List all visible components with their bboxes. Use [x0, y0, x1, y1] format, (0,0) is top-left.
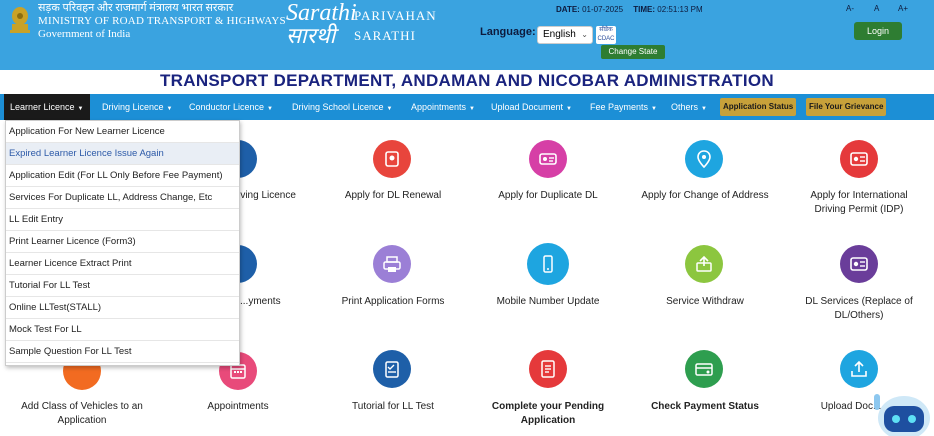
nav-label: Fee Payments [590, 102, 649, 112]
upload-icon [840, 350, 878, 388]
service-label: Appointments [207, 401, 269, 412]
payment-card-icon [685, 350, 723, 388]
caret-down-icon: ▼ [651, 106, 657, 112]
dropdown-item[interactable]: Sample Question For LL Test [6, 341, 239, 363]
nav-driving-school-licence[interactable]: Driving School Licence ▼ [292, 94, 393, 120]
government-name: Government of India [38, 28, 131, 40]
cdac-logo: सीडैक CDAC [596, 26, 616, 44]
time-label: TIME: [633, 5, 656, 14]
location-pin-icon [685, 140, 723, 178]
brand-name: PARIVAHAN SARATHI [354, 6, 437, 46]
dropdown-item[interactable]: Mock Test For LL [6, 319, 239, 341]
service-label: Tutorial for LL Test [352, 401, 434, 412]
caret-down-icon: ▼ [701, 106, 707, 112]
service-label: Print Application Forms [341, 296, 445, 307]
service-label: Service Withdraw [666, 296, 744, 307]
nav-label: Upload Document [491, 102, 564, 112]
service-label: Add Class of Vehicles to an Application [21, 401, 143, 426]
pending-application-icon [529, 350, 567, 388]
id-card-icon [840, 245, 878, 283]
date-time: DATE: 01-07-2025 TIME: 02:51:13 PM [556, 5, 711, 14]
nav-label: Appointments [411, 102, 467, 112]
dropdown-item[interactable]: Tutorial For LL Test [6, 275, 239, 297]
caret-down-icon: ▼ [386, 106, 393, 112]
service-label: Apply for DL Renewal [344, 190, 442, 201]
date-label: DATE: [556, 5, 580, 14]
caret-down-icon: ▼ [267, 106, 273, 112]
duplicate-dl-icon [529, 140, 567, 178]
time-value: 02:51:13 PM [657, 5, 703, 14]
dropdown-item[interactable]: Application For New Learner Licence [6, 121, 239, 143]
change-state-button[interactable]: Change State [601, 45, 665, 59]
mobile-phone-icon [527, 243, 569, 285]
dropdown-item[interactable]: Application Edit (For LL Only Before Fee… [6, 165, 239, 187]
caret-down-icon: ▼ [566, 106, 572, 112]
login-button[interactable]: Login [854, 22, 902, 40]
nav-upload-document[interactable]: Upload Document ▼ [491, 94, 572, 120]
service-label: Apply for International Driving Permit (… [810, 190, 908, 215]
chatbot-robot-icon[interactable] [868, 384, 934, 436]
font-increase-button[interactable]: A+ [898, 4, 908, 13]
logo-bottom-text: सारथी [286, 23, 336, 48]
application-status-button[interactable]: Application Status [720, 98, 797, 116]
language-label: Language: [480, 26, 536, 38]
nav-fee-payments[interactable]: Fee Payments ▼ [590, 94, 657, 120]
language-value: English [543, 29, 576, 40]
national-emblem-icon [10, 7, 30, 33]
nav-others[interactable]: Others ▼ [671, 94, 707, 120]
dropdown-item[interactable]: Learner Licence Extract Print [6, 253, 239, 275]
international-permit-icon [840, 140, 878, 178]
service-label: DL Services (Replace of DL/Others) [805, 296, 913, 321]
sarathi-logo[interactable]: Sarathi सारथी [286, 0, 357, 48]
dl-renewal-icon [373, 140, 411, 178]
service-label: Check Payment Status [651, 401, 759, 412]
dropdown-item[interactable]: Services For Duplicate LL, Address Chang… [6, 187, 239, 209]
nav-label: Learner Licence [10, 102, 75, 112]
chevron-down-icon: ⌄ [581, 30, 588, 39]
file-grievance-button[interactable]: File Your Grievance [806, 98, 887, 116]
dropdown-item[interactable]: Print Learner Licence (Form3) [6, 231, 239, 253]
ministry-hindi: सड़क परिवहन और राजमार्ग मंत्रालय भारत सर… [38, 2, 234, 14]
font-decrease-button[interactable]: A- [846, 4, 854, 13]
printer-icon [373, 245, 411, 283]
service-label: Apply for Duplicate DL [498, 190, 598, 201]
nav-label: Others [671, 102, 699, 112]
dropdown-item[interactable]: Expired Learner Licence Issue Again [6, 143, 239, 165]
caret-down-icon: ▼ [166, 106, 173, 112]
nav-driving-licence[interactable]: Driving Licence ▼ [102, 94, 172, 120]
service-label: ...ving Licence [232, 190, 296, 201]
withdraw-icon [685, 245, 723, 283]
date-value: 01-07-2025 [582, 5, 624, 14]
ministry-block: सड़क परिवहन और राजमार्ग मंत्रालय भारत सर… [38, 2, 286, 41]
language-select[interactable]: English ⌄ [537, 26, 593, 44]
nav-conductor-licence[interactable]: Conductor Licence ▼ [189, 94, 273, 120]
nav-label: Conductor Licence [189, 102, 265, 112]
nav-label: Driving Licence [102, 102, 164, 112]
department-title: TRANSPORT DEPARTMENT, ANDAMAN AND NICOBA… [160, 71, 774, 90]
learner-licence-dropdown: Application For New Learner Licence Expi… [5, 120, 240, 366]
ministry-name: MINISTRY OF ROAD TRANSPORT & HIGHWAYS [38, 15, 286, 27]
brand-line-1: PARIVAHAN [354, 8, 437, 23]
nav-appointments[interactable]: Appointments ▼ [411, 94, 475, 120]
nav-label: Driving School Licence [292, 102, 384, 112]
caret-down-icon: ▼ [77, 106, 84, 112]
brand-line-2: SARATHI [354, 28, 416, 43]
checklist-icon [373, 350, 411, 388]
font-normal-button[interactable]: A [874, 4, 879, 13]
dropdown-item[interactable]: LL Edit Entry [6, 209, 239, 231]
dropdown-item[interactable]: Online LLTest(STALL) [6, 297, 239, 319]
nav-learner-licence[interactable]: Learner Licence ▼ [4, 94, 90, 120]
department-title-band: TRANSPORT DEPARTMENT, ANDAMAN AND NICOBA… [0, 70, 934, 94]
service-label: Mobile Number Update [496, 296, 600, 307]
main-nav: Learner Licence ▼ Driving Licence ▼ Conduc… [0, 94, 934, 120]
caret-down-icon: ▼ [469, 106, 475, 112]
service-label: Complete your Pending Application [491, 401, 605, 426]
site-header: सड़क परिवहन और राजमार्ग मंत्रालय भारत सर… [0, 0, 934, 70]
service-label: Apply for Change of Address [641, 190, 769, 201]
service-label: ...yments [240, 296, 281, 307]
